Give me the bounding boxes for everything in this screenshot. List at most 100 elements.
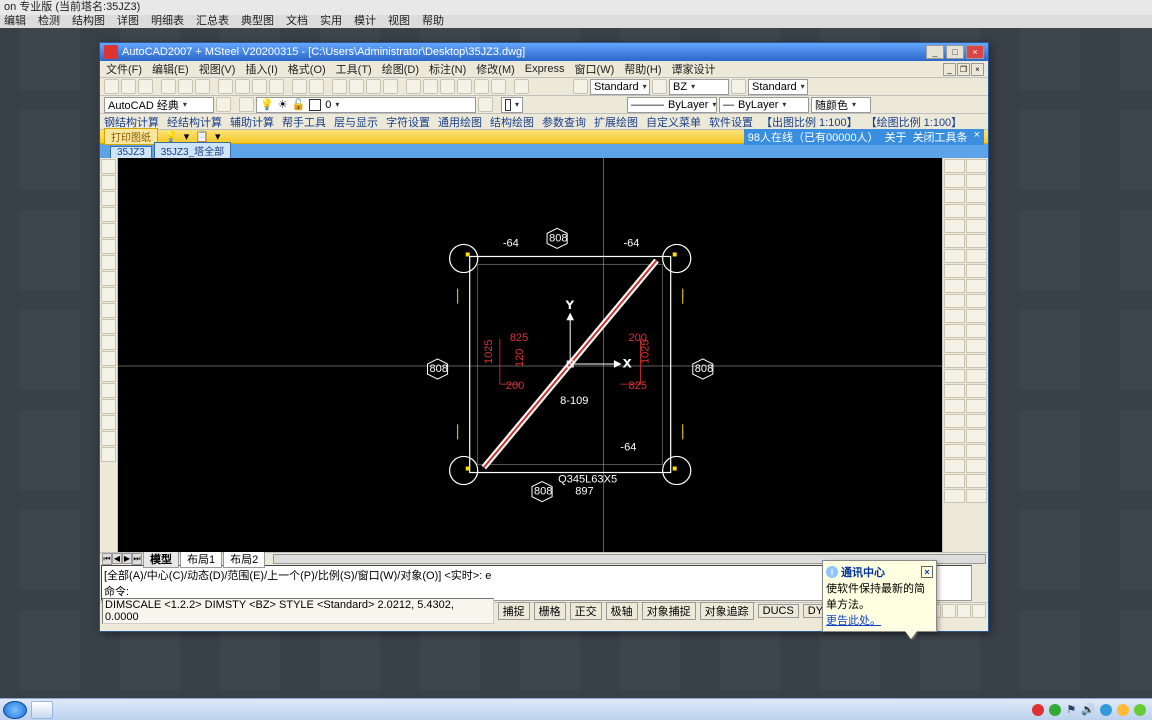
menu-item[interactable]: 模计	[354, 15, 376, 28]
tool-icon[interactable]	[944, 474, 965, 488]
tool-icon[interactable]	[944, 414, 965, 428]
menu-item[interactable]: 汇总表	[196, 15, 229, 28]
table-icon[interactable]	[101, 431, 116, 446]
ws-settings-icon[interactable]	[216, 97, 231, 112]
rect-icon[interactable]	[101, 223, 116, 238]
break-icon[interactable]	[966, 234, 987, 248]
xline-icon[interactable]	[101, 175, 116, 190]
tool-icon[interactable]	[966, 354, 987, 368]
drawing-canvas[interactable]: 808 808 808 808 -64 -64 -64 825	[118, 158, 942, 552]
tool-icon[interactable]	[966, 414, 987, 428]
point-icon[interactable]	[101, 367, 116, 382]
menu-modify[interactable]: 修改(M)	[474, 61, 517, 77]
redo-icon[interactable]	[309, 79, 324, 94]
pan-icon[interactable]	[332, 79, 347, 94]
match-icon[interactable]	[269, 79, 284, 94]
close-toolbar-link[interactable]: 关闭工具条	[913, 129, 968, 145]
undo-icon[interactable]	[292, 79, 307, 94]
tool-icon[interactable]	[944, 354, 965, 368]
move-icon[interactable]	[966, 189, 987, 203]
zoom-rt-icon[interactable]	[349, 79, 364, 94]
ms-item[interactable]: 帮手工具	[282, 114, 326, 130]
dim-style-combo[interactable]: Standard▾	[590, 79, 650, 95]
menu-insert[interactable]: 插入(I)	[243, 61, 279, 77]
preview-icon[interactable]	[178, 79, 193, 94]
tool-icon[interactable]	[944, 489, 965, 503]
menu-item[interactable]: 编辑	[4, 15, 26, 28]
otrack-toggle[interactable]: 对象追踪	[700, 602, 754, 620]
help-icon[interactable]	[514, 79, 529, 94]
tool-icon[interactable]	[944, 459, 965, 473]
ms-item[interactable]: 自定义菜单	[646, 114, 701, 130]
menu-custom[interactable]: 谭家设计	[670, 61, 718, 77]
cut-icon[interactable]	[218, 79, 233, 94]
ms-item[interactable]: 通用绘图	[438, 114, 482, 130]
tool-icon[interactable]	[966, 279, 987, 293]
menu-format[interactable]: 格式(O)	[286, 61, 328, 77]
tool-icon[interactable]	[966, 429, 987, 443]
menu-item[interactable]: 明细表	[151, 15, 184, 28]
designcenter-icon[interactable]	[423, 79, 438, 94]
copy-obj-icon[interactable]	[966, 159, 987, 173]
model-tab[interactable]: 模型	[143, 550, 179, 568]
markup-icon[interactable]	[474, 79, 489, 94]
menu-item[interactable]: 检测	[38, 15, 60, 28]
circle-icon[interactable]	[101, 255, 116, 270]
revcloud-icon[interactable]	[101, 271, 116, 286]
text-style-icon[interactable]	[731, 79, 746, 94]
mdi-close[interactable]: ×	[971, 63, 984, 76]
polygon-icon[interactable]	[101, 207, 116, 222]
zoom-win-icon[interactable]	[366, 79, 381, 94]
sheet-set-icon[interactable]	[457, 79, 472, 94]
dimstyle-icon[interactable]	[573, 79, 588, 94]
color-combo[interactable]: ▾	[501, 97, 523, 113]
ellipse-icon[interactable]	[101, 303, 116, 318]
mdi-minimize[interactable]: _	[943, 63, 956, 76]
stretch-icon[interactable]	[944, 219, 965, 233]
zoom-prev-icon[interactable]	[383, 79, 398, 94]
doc-tab[interactable]: 35JZ3_塔全部	[154, 142, 231, 158]
menu-help[interactable]: 帮助(H)	[622, 61, 663, 77]
start-button[interactable]	[3, 701, 27, 719]
maximize-button[interactable]: □	[946, 45, 964, 59]
menu-draw[interactable]: 绘图(D)	[380, 61, 421, 77]
tool-icon[interactable]	[966, 324, 987, 338]
tool-icon[interactable]	[944, 339, 965, 353]
tool-icon[interactable]	[944, 369, 965, 383]
properties-icon[interactable]	[406, 79, 421, 94]
join-icon[interactable]	[944, 249, 965, 263]
tool-icon[interactable]	[944, 294, 965, 308]
arc-icon[interactable]	[101, 239, 116, 254]
close-button[interactable]: ×	[966, 45, 984, 59]
tab-prev-icon[interactable]: ◀	[112, 553, 122, 564]
tool-icon[interactable]	[966, 459, 987, 473]
minimize-button[interactable]: _	[926, 45, 944, 59]
erase-icon[interactable]	[944, 159, 965, 173]
flag-icon[interactable]: ⚑	[1066, 703, 1076, 716]
open-icon[interactable]	[121, 79, 136, 94]
hatch-icon[interactable]	[101, 383, 116, 398]
status-icon[interactable]	[942, 604, 956, 618]
tool-icon[interactable]	[944, 399, 965, 413]
pinned-app[interactable]	[31, 701, 53, 719]
block-icon[interactable]	[101, 351, 116, 366]
region-icon[interactable]	[101, 415, 116, 430]
ellipse-arc-icon[interactable]	[101, 319, 116, 334]
tool-icon[interactable]	[944, 309, 965, 323]
tool-icon[interactable]	[944, 444, 965, 458]
chamfer-icon[interactable]	[966, 249, 987, 263]
tray-icon[interactable]	[1134, 704, 1146, 716]
save-icon[interactable]	[138, 79, 153, 94]
snap-toggle[interactable]: 捕捉	[498, 602, 530, 620]
cad-titlebar[interactable]: AutoCAD2007 + MSteel V20200315 - [C:\Use…	[100, 43, 988, 61]
doc-tab[interactable]: 35JZ3	[110, 146, 152, 158]
menu-item[interactable]: 详图	[117, 15, 139, 28]
publish-icon[interactable]	[195, 79, 210, 94]
mtext-icon[interactable]	[101, 447, 116, 462]
tool-icon[interactable]	[966, 444, 987, 458]
scale-icon[interactable]	[966, 204, 987, 218]
tray-icon[interactable]	[1117, 704, 1129, 716]
pline-icon[interactable]	[101, 191, 116, 206]
tray-icon[interactable]	[1032, 704, 1044, 716]
close-icon[interactable]: ×	[921, 566, 933, 578]
